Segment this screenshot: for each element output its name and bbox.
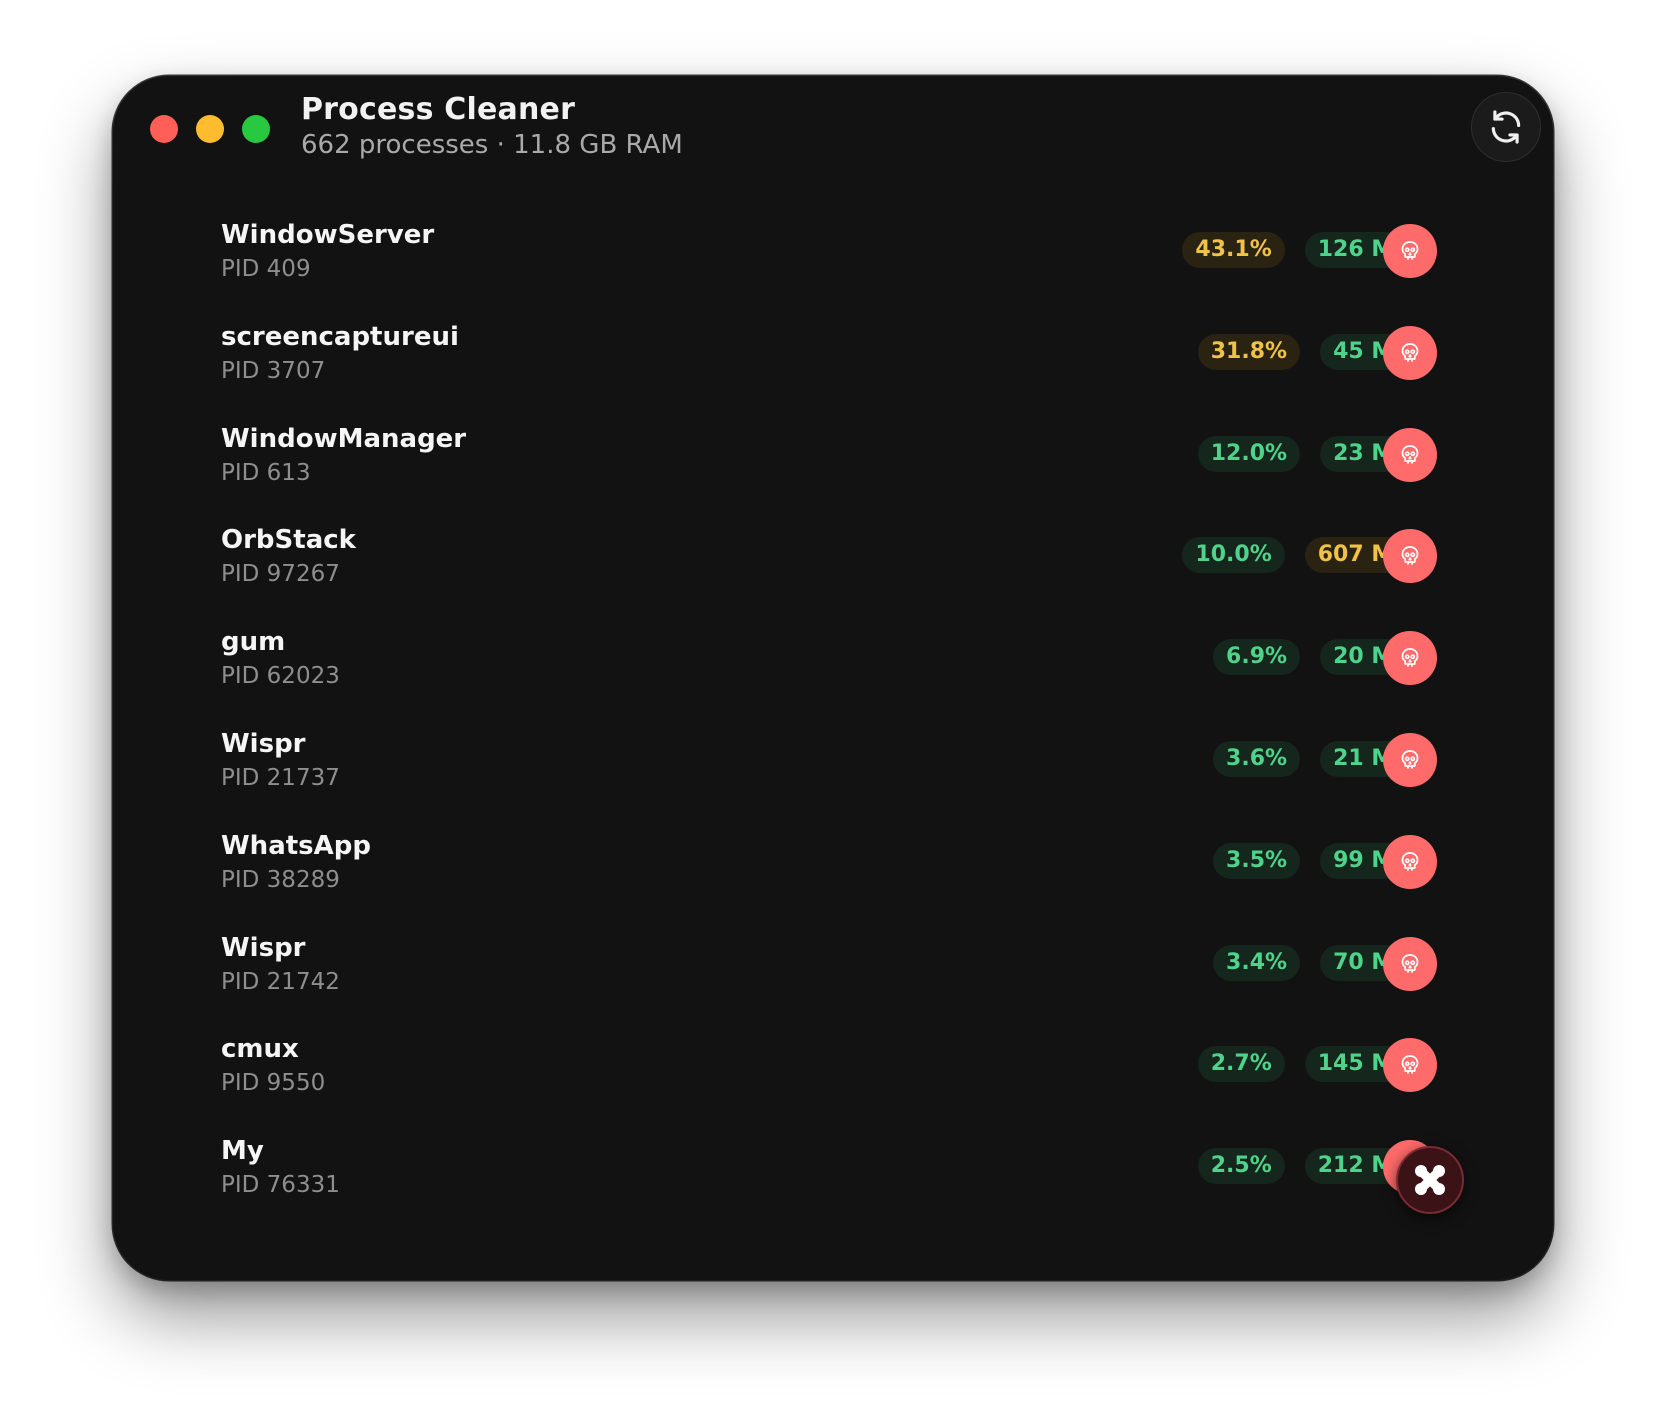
- kill-process-button[interactable]: [1383, 1038, 1437, 1093]
- process-row: gum PID 62023 6.9% 20 MB: [113, 627, 1553, 735]
- process-list: WindowServer PID 409 43.1% 126 MB screencapt…: [113, 220, 1553, 1280]
- skull-icon: [1401, 648, 1419, 668]
- process-pid: PID 21742: [221, 968, 340, 995]
- kill-process-button[interactable]: [1383, 936, 1437, 991]
- app-shortcut-button[interactable]: [1396, 1146, 1464, 1214]
- kill-process-button[interactable]: [1383, 427, 1437, 482]
- process-pid: PID 3707: [221, 357, 326, 384]
- cpu-usage-badge: 43.1%: [1182, 232, 1285, 268]
- process-name: My: [221, 1136, 264, 1167]
- skull-icon: [1401, 546, 1419, 566]
- close-window-button[interactable]: [150, 115, 178, 143]
- kill-process-button[interactable]: [1383, 529, 1437, 584]
- window-title: Process Cleaner: [301, 92, 576, 127]
- kill-process-button[interactable]: [1383, 733, 1437, 787]
- process-pid: PID 62023: [221, 663, 340, 690]
- process-name: OrbStack: [221, 525, 356, 556]
- process-row: cmux PID 9550 2.7% 145 MB: [113, 1034, 1553, 1142]
- process-row: screencaptureui PID 3707 31.8% 45 MB: [113, 322, 1553, 430]
- skull-icon: [1401, 241, 1419, 260]
- kill-process-button[interactable]: [1383, 325, 1437, 380]
- skull-icon: [1401, 342, 1419, 362]
- kill-process-button[interactable]: [1383, 631, 1437, 686]
- cpu-usage-badge: 2.7%: [1197, 1046, 1285, 1083]
- kill-process-button[interactable]: [1383, 834, 1437, 889]
- cpu-usage-badge: 6.9%: [1213, 639, 1301, 676]
- app-shortcut-icon: [1415, 1165, 1445, 1195]
- process-pid: PID 76331: [221, 1172, 340, 1199]
- process-row: WhatsApp PID 38289 3.5% 99 MB: [113, 831, 1553, 939]
- refresh-icon: [1491, 110, 1521, 144]
- process-pid: PID 9550: [221, 1070, 326, 1097]
- kill-process-button[interactable]: [1383, 224, 1437, 278]
- cpu-usage-badge: 3.5%: [1213, 842, 1301, 879]
- process-name: gum: [221, 627, 286, 658]
- process-pid: PID 613: [221, 459, 311, 486]
- skull-icon: [1401, 1055, 1419, 1075]
- process-name: screencaptureui: [221, 321, 459, 352]
- process-name: WindowServer: [221, 220, 435, 250]
- process-pid: PID 409: [221, 256, 311, 282]
- process-row: WindowServer PID 409 43.1% 126 MB: [113, 220, 1553, 328]
- process-pid: PID 21737: [221, 765, 340, 791]
- process-row: Wispr PID 21737 3.6% 21 MB: [113, 729, 1553, 837]
- process-name: cmux: [221, 1034, 299, 1065]
- process-row: My PID 76331 2.5% 212 MB: [113, 1136, 1553, 1244]
- skull-icon: [1401, 851, 1419, 871]
- process-pid: PID 97267: [221, 561, 340, 588]
- process-summary: 662 processes · 11.8 GB RAM: [301, 130, 683, 160]
- process-name: Wispr: [221, 729, 306, 759]
- cpu-usage-badge: 10.0%: [1182, 537, 1285, 574]
- cpu-usage-badge: 3.6%: [1213, 741, 1301, 777]
- minimize-window-button[interactable]: [196, 115, 224, 143]
- process-row: WindowManager PID 613 12.0% 23 MB: [113, 424, 1553, 532]
- process-name: Wispr: [221, 932, 306, 963]
- cpu-usage-badge: 12.0%: [1197, 435, 1301, 472]
- zoom-window-button[interactable]: [242, 115, 270, 143]
- cpu-usage-badge: 31.8%: [1197, 333, 1301, 370]
- process-cleaner-window: Process Cleaner 662 processes · 11.8 GB …: [113, 76, 1553, 1280]
- process-pid: PID 38289: [221, 866, 340, 893]
- process-row: Wispr PID 21742 3.4% 70 MB: [113, 933, 1553, 1041]
- skull-icon: [1401, 444, 1419, 464]
- cpu-usage-badge: 2.5%: [1197, 1148, 1285, 1185]
- skull-icon: [1401, 750, 1419, 769]
- refresh-button[interactable]: [1471, 92, 1541, 162]
- skull-icon: [1401, 953, 1419, 973]
- process-name: WindowManager: [221, 423, 467, 454]
- process-row: OrbStack PID 97267 10.0% 607 MB: [113, 525, 1553, 633]
- process-name: WhatsApp: [221, 830, 371, 861]
- cpu-usage-badge: 3.4%: [1213, 944, 1301, 981]
